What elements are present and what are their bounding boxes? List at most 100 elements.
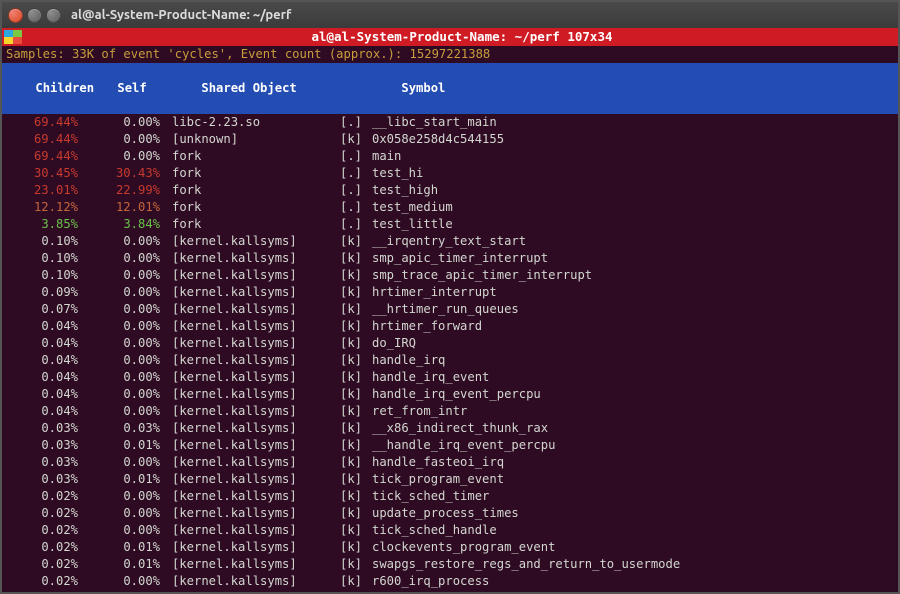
- perf-row[interactable]: 3.85%3.84%fork[.]test_little: [6, 216, 894, 233]
- col-spacer: [369, 80, 399, 97]
- perf-row[interactable]: 0.04%0.00%[kernel.kallsyms][k]handle_irq…: [6, 369, 894, 386]
- cell-shared-object: [unknown]: [172, 131, 332, 148]
- maximize-icon[interactable]: [46, 8, 61, 23]
- perf-row[interactable]: 23.01%22.99%fork[.]test_high: [6, 182, 894, 199]
- cell-symbol: test_hi: [372, 165, 423, 182]
- perf-row[interactable]: 0.02%0.01%[kernel.kallsyms][k]swapgs_res…: [6, 556, 894, 573]
- perf-row[interactable]: 69.44%0.00%[unknown][k]0x058e258d4c54415…: [6, 131, 894, 148]
- perf-row[interactable]: 0.03%0.03%[kernel.kallsyms][k]__x86_indi…: [6, 420, 894, 437]
- window-title: al@al-System-Product-Name: ~/perf: [71, 8, 291, 22]
- cell-children: 0.09%: [6, 284, 78, 301]
- cell-symbol: clockevents_program_event: [372, 539, 555, 556]
- cell-children: 0.03%: [6, 471, 78, 488]
- cell-children: 0.07%: [6, 301, 78, 318]
- minimize-icon[interactable]: [27, 8, 42, 23]
- cell-shared-object: libc-2.23.so: [172, 114, 332, 131]
- perf-row[interactable]: 0.07%0.00%[kernel.kallsyms][k]__hrtimer_…: [6, 301, 894, 318]
- perf-row[interactable]: 30.45%30.43%fork[.]test_hi: [6, 165, 894, 182]
- perf-row[interactable]: 0.10%0.00%[kernel.kallsyms][k]smp_apic_t…: [6, 250, 894, 267]
- perf-row[interactable]: 0.04%0.00%[kernel.kallsyms][k]handle_irq…: [6, 386, 894, 403]
- cell-symbol: handle_irq: [372, 352, 445, 369]
- perf-row[interactable]: 0.03%0.01%[kernel.kallsyms][k]__handle_i…: [6, 437, 894, 454]
- perf-row[interactable]: 0.04%0.00%[kernel.kallsyms][k]hrtimer_fo…: [6, 318, 894, 335]
- cell-tag: [.]: [340, 199, 370, 216]
- cell-self: 0.00%: [88, 335, 160, 352]
- cell-self: 0.00%: [88, 284, 160, 301]
- perf-row[interactable]: 0.09%0.00%[kernel.kallsyms][k]hrtimer_in…: [6, 284, 894, 301]
- cell-shared-object: [kernel.kallsyms]: [172, 590, 332, 592]
- cell-self: 0.00%: [88, 590, 160, 592]
- cell-tag: [.]: [340, 182, 370, 199]
- perf-row[interactable]: 0.02%0.00%[kernel.kallsyms][k]update_pro…: [6, 505, 894, 522]
- cell-tag: [k]: [340, 250, 370, 267]
- cell-symbol: radeon_driver_irq_handler_kms: [372, 590, 585, 592]
- perf-row[interactable]: 69.44%0.00%libc-2.23.so[.]__libc_start_m…: [6, 114, 894, 131]
- perf-row[interactable]: 0.02%0.00%[kernel.kallsyms][k]r600_irq_p…: [6, 573, 894, 590]
- perf-row[interactable]: 0.03%0.01%[kernel.kallsyms][k]tick_progr…: [6, 471, 894, 488]
- perf-row[interactable]: 0.04%0.00%[kernel.kallsyms][k]do_IRQ: [6, 335, 894, 352]
- perf-row[interactable]: 0.04%0.00%[kernel.kallsyms][k]handle_irq: [6, 352, 894, 369]
- cell-children: 0.02%: [6, 505, 78, 522]
- cell-symbol: handle_irq_event: [372, 369, 489, 386]
- cell-children: 0.04%: [6, 403, 78, 420]
- cell-tag: [k]: [340, 386, 370, 403]
- cell-children: 69.44%: [6, 114, 78, 131]
- cell-symbol: __handle_irq_event_percpu: [372, 437, 555, 454]
- cell-shared-object: [kernel.kallsyms]: [172, 301, 332, 318]
- perf-row[interactable]: 69.44%0.00%fork[.]main: [6, 148, 894, 165]
- cell-self: 0.00%: [88, 301, 160, 318]
- cell-shared-object: fork: [172, 182, 332, 199]
- cell-self: 0.00%: [88, 148, 160, 165]
- cell-tag: [k]: [340, 556, 370, 573]
- perf-row[interactable]: 0.10%0.00%[kernel.kallsyms][k]__irqentry…: [6, 233, 894, 250]
- cell-self: 0.00%: [88, 573, 160, 590]
- cell-tag: [k]: [340, 437, 370, 454]
- cell-symbol: __libc_start_main: [372, 114, 497, 131]
- cell-tag: [k]: [340, 454, 370, 471]
- perf-row[interactable]: 0.02%0.00%[kernel.kallsyms][k]radeon_dri…: [6, 590, 894, 592]
- cell-tag: [k]: [340, 233, 370, 250]
- cell-tag: [k]: [340, 573, 370, 590]
- cell-self: 0.03%: [88, 420, 160, 437]
- cell-children: 23.01%: [6, 182, 78, 199]
- cell-tag: [k]: [340, 471, 370, 488]
- cell-symbol: tick_sched_timer: [372, 488, 489, 505]
- perf-row[interactable]: 12.12%12.01%fork[.]test_medium: [6, 199, 894, 216]
- cell-self: 0.00%: [88, 403, 160, 420]
- cell-symbol: smp_trace_apic_timer_interrupt: [372, 267, 592, 284]
- perf-row[interactable]: 0.10%0.00%[kernel.kallsyms][k]smp_trace_…: [6, 267, 894, 284]
- cell-tag: [k]: [340, 505, 370, 522]
- perf-row[interactable]: 0.03%0.00%[kernel.kallsyms][k]handle_fas…: [6, 454, 894, 471]
- cell-symbol: do_IRQ: [372, 335, 416, 352]
- cell-symbol: handle_fasteoi_irq: [372, 454, 504, 471]
- perf-row[interactable]: 0.02%0.00%[kernel.kallsyms][k]tick_sched…: [6, 522, 894, 539]
- cell-self: 0.00%: [88, 267, 160, 284]
- col-children: Children: [35, 80, 107, 97]
- cell-symbol: swapgs_restore_regs_and_return_to_usermo…: [372, 556, 680, 573]
- cell-symbol: tick_sched_handle: [372, 522, 497, 539]
- perf-column-headers: ChildrenSelfShared Object Symbol: [2, 63, 898, 114]
- terminal-viewport[interactable]: Samples: 33K of event 'cycles', Event co…: [2, 46, 898, 592]
- cell-tag: [k]: [340, 301, 370, 318]
- close-icon[interactable]: [8, 8, 23, 23]
- perf-row[interactable]: 0.02%0.01%[kernel.kallsyms][k]clockevent…: [6, 539, 894, 556]
- cell-symbol: hrtimer_forward: [372, 318, 482, 335]
- cell-self: 3.84%: [88, 216, 160, 233]
- cell-children: 69.44%: [6, 148, 78, 165]
- cell-symbol: main: [372, 148, 401, 165]
- cell-children: 0.03%: [6, 437, 78, 454]
- cell-children: 12.12%: [6, 199, 78, 216]
- cell-tag: [k]: [340, 488, 370, 505]
- cell-self: 30.43%: [88, 165, 160, 182]
- cell-children: 0.03%: [6, 454, 78, 471]
- cell-symbol: 0x058e258d4c544155: [372, 131, 504, 148]
- perf-row[interactable]: 0.04%0.00%[kernel.kallsyms][k]ret_from_i…: [6, 403, 894, 420]
- cell-shared-object: [kernel.kallsyms]: [172, 454, 332, 471]
- cell-tag: [k]: [340, 420, 370, 437]
- cell-self: 0.01%: [88, 539, 160, 556]
- cell-symbol: r600_irq_process: [372, 573, 489, 590]
- mux-status-bar: al@al-System-Product-Name: ~/perf 107x34: [2, 28, 898, 46]
- perf-sample-summary: Samples: 33K of event 'cycles', Event co…: [2, 46, 898, 63]
- perf-row[interactable]: 0.02%0.00%[kernel.kallsyms][k]tick_sched…: [6, 488, 894, 505]
- cell-self: 0.00%: [88, 250, 160, 267]
